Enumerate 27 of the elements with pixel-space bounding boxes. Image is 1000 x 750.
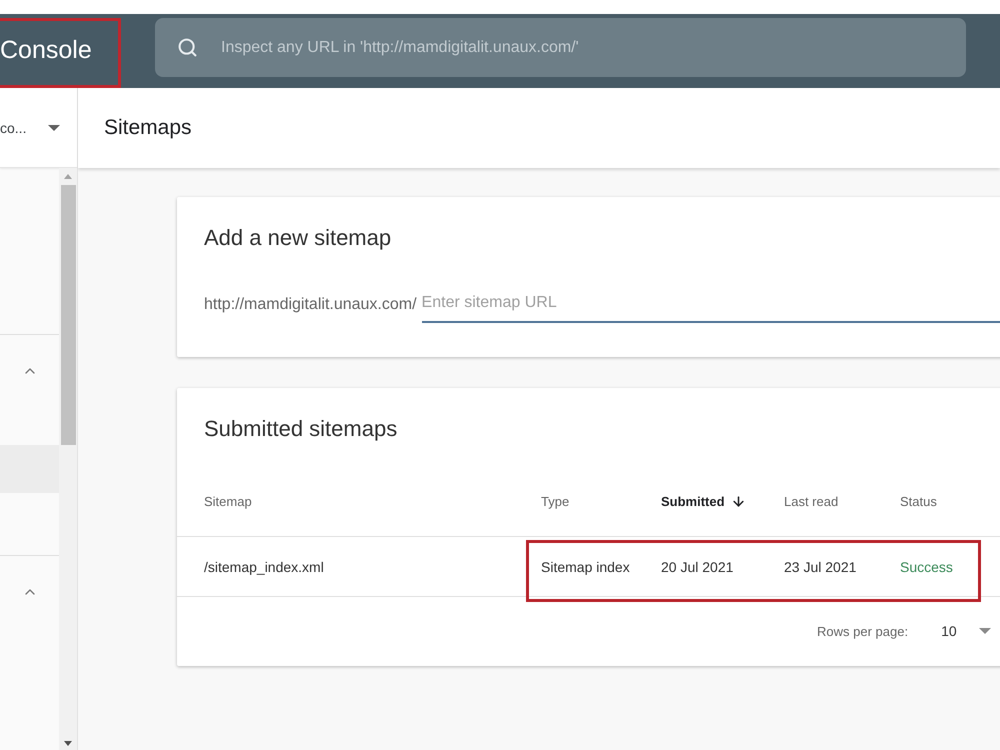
rows-per-page-label: Rows per page: — [817, 624, 908, 638]
page-title: Sitemaps — [104, 116, 192, 140]
table-cell-text: 20 Jul 2021 — [661, 558, 734, 574]
sitemap-url-input[interactable]: Enter sitemap URL — [422, 289, 1000, 323]
card-title: Submitted sitemaps — [204, 416, 398, 442]
sort-arrow-icon — [730, 494, 746, 509]
property-dropdown[interactable]: co... — [0, 88, 77, 167]
url-prefix: http://mamdigitalit.unaux.com/ — [204, 296, 417, 315]
rows-per-page-select[interactable]: 10 — [941, 623, 991, 639]
caret-icon — [978, 628, 991, 634]
table-cell-text: 23 Jul 2021 — [784, 558, 858, 574]
table-cell-text: Sitemap index — [541, 558, 631, 574]
column-header[interactable]: Sitemap — [177, 494, 541, 509]
app-title: Console — [0, 38, 92, 62]
column-header[interactable]: Status — [900, 494, 996, 509]
scroll-up-icon[interactable] — [64, 174, 72, 179]
caret-icon — [48, 124, 60, 130]
table-cell-text: /sitemap_index.xml — [203, 558, 325, 574]
column-header[interactable]: Submitted — [661, 494, 784, 509]
status-text: Success — [900, 558, 954, 574]
scroll-down-icon[interactable] — [64, 741, 72, 746]
column-header[interactable]: Last read — [784, 494, 900, 509]
card-title: Add a new sitemap — [204, 225, 392, 251]
search-icon — [177, 37, 198, 58]
search-field[interactable]: Inspect any URL in 'http://mamdigitalit.unaux.com/' — [155, 18, 966, 77]
column-header[interactable]: Type — [541, 494, 661, 509]
scrollbar-thumb[interactable] — [60, 185, 76, 445]
